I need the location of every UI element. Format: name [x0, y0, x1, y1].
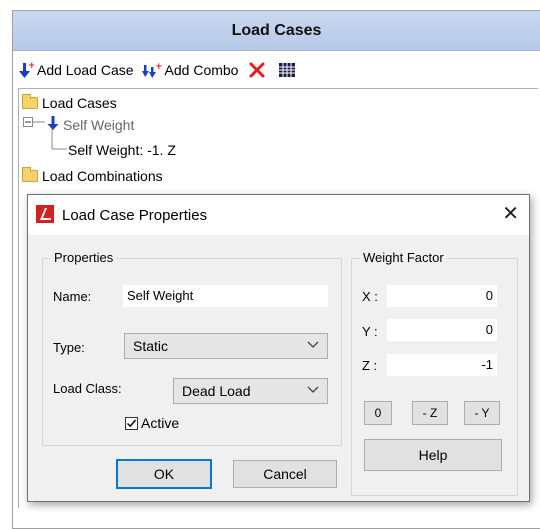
- negative-z-button[interactable]: - Z: [412, 401, 448, 425]
- y-label: Y :: [362, 324, 378, 339]
- add-combo-label: Add Combo: [164, 62, 239, 78]
- properties-group: Properties Name: Self Weight Type: Stati…: [42, 250, 342, 446]
- close-icon[interactable]: ✕: [502, 204, 519, 224]
- type-label: Type:: [53, 340, 85, 355]
- svg-text:+: +: [28, 61, 34, 71]
- panel-header: Load Cases: [13, 11, 540, 51]
- properties-group-label: Properties: [51, 250, 117, 265]
- ok-button[interactable]: OK: [116, 459, 212, 489]
- tree-label-load-combinations: Load Combinations: [42, 168, 163, 184]
- folder-icon: [22, 167, 38, 182]
- y-weight-field[interactable]: 0: [387, 319, 497, 341]
- load-class-value: Dead Load: [182, 383, 251, 399]
- tree-node-load-cases[interactable]: Load Cases: [22, 94, 117, 111]
- checkmark-icon: [125, 416, 138, 430]
- add-load-case-icon: +: [18, 61, 34, 79]
- toolbar: + Add Load Case + Add Combo: [18, 58, 296, 82]
- tree-label-self-weight: Self Weight: [63, 116, 135, 133]
- negative-y-button[interactable]: - Y: [464, 401, 500, 425]
- app-logo-icon: [36, 204, 54, 226]
- add-load-case-label: Add Load Case: [37, 62, 134, 78]
- load-class-dropdown[interactable]: Dead Load: [173, 378, 328, 404]
- load-cases-panel: Load Cases + Add Load Case + Add Combo L…: [0, 0, 540, 529]
- load-arrow-icon: [47, 115, 59, 134]
- chevron-down-icon: [307, 386, 319, 397]
- tree-node-load-combinations[interactable]: Load Combinations: [22, 167, 163, 184]
- active-checkbox[interactable]: Active: [125, 415, 179, 431]
- name-field[interactable]: Self Weight: [123, 285, 328, 307]
- load-class-label: Load Class:: [53, 381, 122, 396]
- dialog-title: Load Case Properties: [62, 206, 208, 224]
- name-label: Name:: [53, 289, 92, 304]
- z-label: Z :: [362, 358, 378, 373]
- z-weight-field[interactable]: -1: [387, 354, 497, 376]
- weight-factor-group-label: Weight Factor: [360, 250, 447, 265]
- svg-text:+: +: [155, 62, 162, 72]
- type-dropdown[interactable]: Static: [124, 333, 328, 359]
- x-label: X :: [362, 289, 378, 304]
- tree-label-self-weight-factor: Self Weight: -1. Z: [68, 142, 176, 158]
- tree-label-load-cases: Load Cases: [42, 95, 117, 111]
- load-case-properties-dialog: Load Case Properties ✕ Properties Name: …: [27, 194, 530, 502]
- x-weight-field[interactable]: 0: [387, 285, 497, 307]
- chevron-down-icon: [307, 341, 319, 352]
- table-icon[interactable]: [278, 62, 296, 78]
- delete-icon[interactable]: [248, 61, 266, 79]
- add-combo-button[interactable]: + Add Combo: [141, 61, 239, 79]
- add-combo-icon: +: [141, 61, 162, 79]
- help-button[interactable]: Help: [364, 439, 502, 471]
- dialog-titlebar: Load Case Properties ✕: [28, 195, 529, 235]
- tree-node-self-weight[interactable]: Self Weight: [47, 115, 134, 134]
- type-value: Static: [133, 338, 169, 354]
- zero-button[interactable]: 0: [364, 401, 392, 425]
- weight-factor-group: Weight Factor X : 0 Y : 0 Z : -1 0 - Z -…: [351, 250, 518, 496]
- active-label: Active: [141, 415, 180, 431]
- tree-node-self-weight-factor[interactable]: Self Weight: -1. Z: [68, 142, 176, 158]
- add-load-case-button[interactable]: + Add Load Case: [18, 61, 134, 79]
- folder-icon: [22, 94, 38, 109]
- panel-title: Load Cases: [231, 21, 322, 39]
- cancel-button[interactable]: Cancel: [233, 460, 337, 488]
